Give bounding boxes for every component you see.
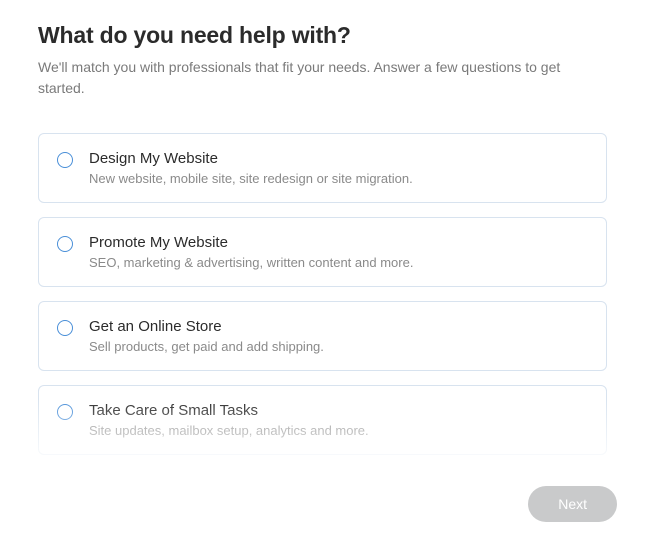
option-text: Promote My Website SEO, marketing & adve…	[89, 234, 413, 270]
option-title: Promote My Website	[89, 234, 413, 251]
option-text: Take Care of Small Tasks Site updates, m…	[89, 402, 369, 438]
option-text: Get an Online Store Sell products, get p…	[89, 318, 324, 354]
option-text: Design My Website New website, mobile si…	[89, 150, 413, 186]
next-button[interactable]: Next	[528, 486, 617, 522]
radio-icon	[57, 236, 73, 252]
option-title: Get an Online Store	[89, 318, 324, 335]
footer: Next	[528, 486, 617, 522]
radio-icon	[57, 404, 73, 420]
option-online-store[interactable]: Get an Online Store Sell products, get p…	[38, 301, 607, 371]
option-desc: Sell products, get paid and add shipping…	[89, 339, 324, 354]
option-desc: Site updates, mailbox setup, analytics a…	[89, 423, 369, 438]
option-small-tasks[interactable]: Take Care of Small Tasks Site updates, m…	[38, 385, 607, 455]
form-container: What do you need help with? We'll match …	[0, 0, 645, 469]
option-title: Take Care of Small Tasks	[89, 402, 369, 419]
radio-icon	[57, 152, 73, 168]
option-title: Design My Website	[89, 150, 413, 167]
page-title: What do you need help with?	[38, 22, 607, 49]
option-desc: SEO, marketing & advertising, written co…	[89, 255, 413, 270]
page-subtitle: We'll match you with professionals that …	[38, 57, 607, 99]
option-design-website[interactable]: Design My Website New website, mobile si…	[38, 133, 607, 203]
option-promote-website[interactable]: Promote My Website SEO, marketing & adve…	[38, 217, 607, 287]
option-desc: New website, mobile site, site redesign …	[89, 171, 413, 186]
options-list: Design My Website New website, mobile si…	[38, 133, 607, 469]
radio-icon	[57, 320, 73, 336]
